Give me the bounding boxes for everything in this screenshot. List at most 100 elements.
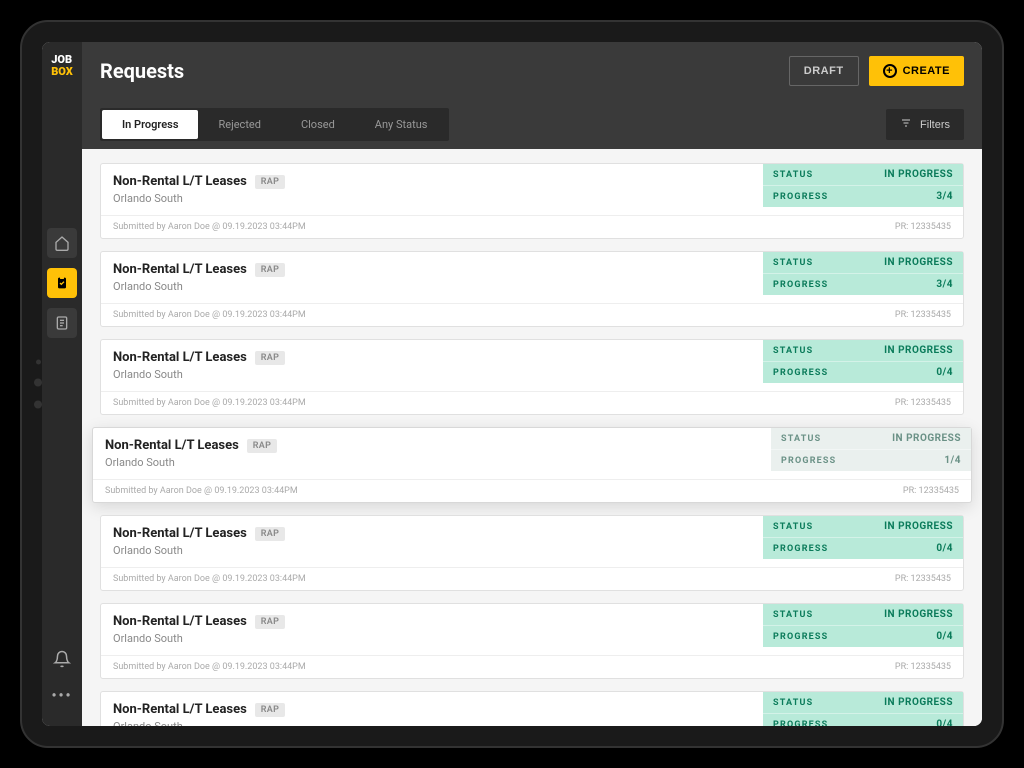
- progress-value: 3/4: [936, 279, 953, 290]
- requests-list: Non-Rental L/T LeasesRAPOrlando SouthSTA…: [82, 149, 982, 726]
- progress-label: PROGRESS: [781, 456, 836, 466]
- progress-value: 1/4: [944, 455, 961, 466]
- more-icon: •••: [51, 688, 72, 704]
- status-label: STATUS: [773, 698, 813, 708]
- request-card[interactable]: Non-Rental L/T LeasesRAPOrlando SouthSTA…: [100, 515, 964, 591]
- request-card[interactable]: Non-Rental L/T Leases RAP Orlando South STA…: [100, 251, 964, 327]
- request-title: Non-Rental L/T Leases: [113, 350, 247, 365]
- card-stats: STATUS IN PROGRESS PROGRESS 1/4: [771, 428, 971, 479]
- progress-value: 3/4: [936, 191, 953, 202]
- request-card[interactable]: Non-Rental L/T LeasesRAPOrlando SouthSTA…: [100, 163, 964, 239]
- submitted-by: Submitted by Aaron Doe @ 09.19.2023 03:4…: [105, 486, 298, 496]
- card-stats: STATUSIN PROGRESSPROGRESS0/4: [763, 604, 963, 655]
- pr-number: PR: 12335435: [903, 486, 959, 496]
- card-footer: Submitted by Aaron Doe @ 09.19.2023 03:4…: [101, 656, 963, 678]
- request-type-chip: RAP: [255, 351, 285, 365]
- progress-row: PROGRESS 3/4: [763, 186, 963, 207]
- status-value: IN PROGRESS: [884, 257, 953, 268]
- progress-value: 0/4: [936, 719, 953, 726]
- tab-closed[interactable]: Closed: [281, 110, 355, 139]
- card-footer: Submitted by Aaron Doe @ 09.19.2023 03:4…: [101, 392, 963, 414]
- status-row: STATUSIN PROGRESS: [763, 604, 963, 626]
- progress-row: PROGRESS 0/4: [763, 362, 963, 383]
- main-area: Requests DRAFT + CREATE In ProgressRejec…: [82, 42, 982, 726]
- status-tabs: In ProgressRejectedClosedAny Status: [100, 108, 449, 141]
- progress-row: PROGRESS0/4: [763, 626, 963, 647]
- request-title: Non-Rental L/T Leases: [113, 262, 247, 277]
- progress-label: PROGRESS: [773, 192, 828, 202]
- device-camera: [34, 360, 42, 409]
- card-body: Non-Rental L/T LeasesRAPOrlando SouthSTA…: [101, 164, 963, 216]
- create-button[interactable]: + CREATE: [869, 56, 964, 86]
- status-label: STATUS: [773, 258, 813, 268]
- status-label: STATUS: [773, 522, 813, 532]
- request-location: Orlando South: [113, 280, 751, 293]
- request-card[interactable]: Non-Rental L/T LeasesRAPOrlando SouthSTA…: [100, 339, 964, 415]
- request-title: Non-Rental L/T Leases: [113, 526, 247, 541]
- request-type-chip: RAP: [255, 527, 285, 541]
- request-type-chip: RAP: [255, 263, 285, 277]
- status-label: STATUS: [773, 610, 813, 620]
- submitted-by: Submitted by Aaron Doe @ 09.19.2023 03:4…: [113, 574, 306, 584]
- request-title: Non-Rental L/T Leases: [105, 438, 239, 453]
- card-stats: STATUSIN PROGRESS PROGRESS 3/4: [763, 164, 963, 215]
- request-location: Orlando South: [113, 720, 751, 726]
- more-menu-button[interactable]: •••: [51, 688, 72, 704]
- status-label: STATUS: [773, 170, 813, 180]
- card-footer: Submitted by Aaron Doe @ 09.19.2023 03:4…: [101, 216, 963, 238]
- request-card[interactable]: Non-Rental L/T LeasesRAPOrlando South STA…: [100, 691, 964, 726]
- header: Requests DRAFT + CREATE: [82, 42, 982, 100]
- draft-button[interactable]: DRAFT: [789, 56, 859, 86]
- status-value: IN PROGRESS: [884, 345, 953, 356]
- request-card[interactable]: Non-Rental L/T LeasesRAPOrlando SouthSTA…: [100, 603, 964, 679]
- progress-row: PROGRESS0/4: [763, 538, 963, 559]
- tab-in-progress[interactable]: In Progress: [102, 110, 198, 139]
- logo-line2: BOX: [51, 65, 73, 78]
- submitted-by: Submitted by Aaron Doe @ 09.19.2023 03:4…: [113, 222, 306, 232]
- status-label: STATUS: [781, 434, 821, 444]
- request-title: Non-Rental L/T Leases: [113, 702, 247, 717]
- progress-label: PROGRESS: [773, 544, 828, 554]
- card-info: Non-Rental L/T LeasesRAPOrlando South: [101, 604, 763, 655]
- plus-icon: +: [883, 64, 897, 78]
- pr-number: PR: 12335435: [895, 310, 951, 320]
- card-footer: Submitted by Aaron Doe @ 09.19.2023 03:4…: [101, 568, 963, 590]
- tab-any-status[interactable]: Any Status: [355, 110, 448, 139]
- card-footer: Submitted by Aaron Doe @ 09.19.2023 03:4…: [93, 480, 971, 502]
- request-title: Non-Rental L/T Leases: [113, 174, 247, 189]
- progress-value: 0/4: [936, 367, 953, 378]
- progress-label: PROGRESS: [773, 368, 828, 378]
- document-icon: [54, 315, 70, 331]
- tablet-frame: JOB BOX •••: [20, 20, 1004, 748]
- status-row: STATUS IN PROGRESS: [771, 428, 971, 450]
- header-actions: DRAFT + CREATE: [789, 56, 964, 86]
- card-info: Non-Rental L/T LeasesRAPOrlando South: [93, 428, 771, 479]
- card-stats: STATUS IN PROGRESS PROGRESS3/4: [763, 252, 963, 303]
- status-label: STATUS: [773, 346, 813, 356]
- create-button-label: CREATE: [903, 65, 950, 77]
- pr-number: PR: 12335435: [895, 398, 951, 408]
- card-body: Non-Rental L/T LeasesRAPOrlando SouthSTA…: [101, 516, 963, 568]
- sidebar-item-documents[interactable]: [47, 308, 77, 338]
- request-title: Non-Rental L/T Leases: [113, 614, 247, 629]
- card-footer: Submitted by Aaron Doe @ 09.19.2023 03:4…: [101, 304, 963, 326]
- request-card[interactable]: Non-Rental L/T LeasesRAPOrlando SouthSTA…: [92, 427, 972, 503]
- status-row: STATUSIN PROGRESS: [763, 164, 963, 186]
- notifications-button[interactable]: [53, 650, 71, 672]
- submitted-by: Submitted by Aaron Doe @ 09.19.2023 03:4…: [113, 310, 306, 320]
- sidebar-item-requests[interactable]: [47, 268, 77, 298]
- filters-label: Filters: [920, 119, 950, 131]
- progress-row: PROGRESS3/4: [763, 274, 963, 295]
- clipboard-icon: [54, 275, 70, 291]
- status-row: STATUS IN PROGRESS: [763, 252, 963, 274]
- filters-button[interactable]: Filters: [886, 109, 964, 140]
- tab-rejected[interactable]: Rejected: [198, 110, 280, 139]
- status-row: STATUSIN PROGRESS: [763, 516, 963, 538]
- filter-bar: In ProgressRejectedClosedAny Status Filt…: [82, 100, 982, 149]
- card-body: Non-Rental L/T LeasesRAPOrlando South STA…: [101, 692, 963, 726]
- card-info: Non-Rental L/T LeasesRAPOrlando South: [101, 692, 763, 726]
- sidebar: JOB BOX •••: [42, 42, 82, 726]
- status-value: IN PROGRESS: [892, 433, 961, 444]
- pr-number: PR: 12335435: [895, 574, 951, 584]
- sidebar-item-home[interactable]: [47, 228, 77, 258]
